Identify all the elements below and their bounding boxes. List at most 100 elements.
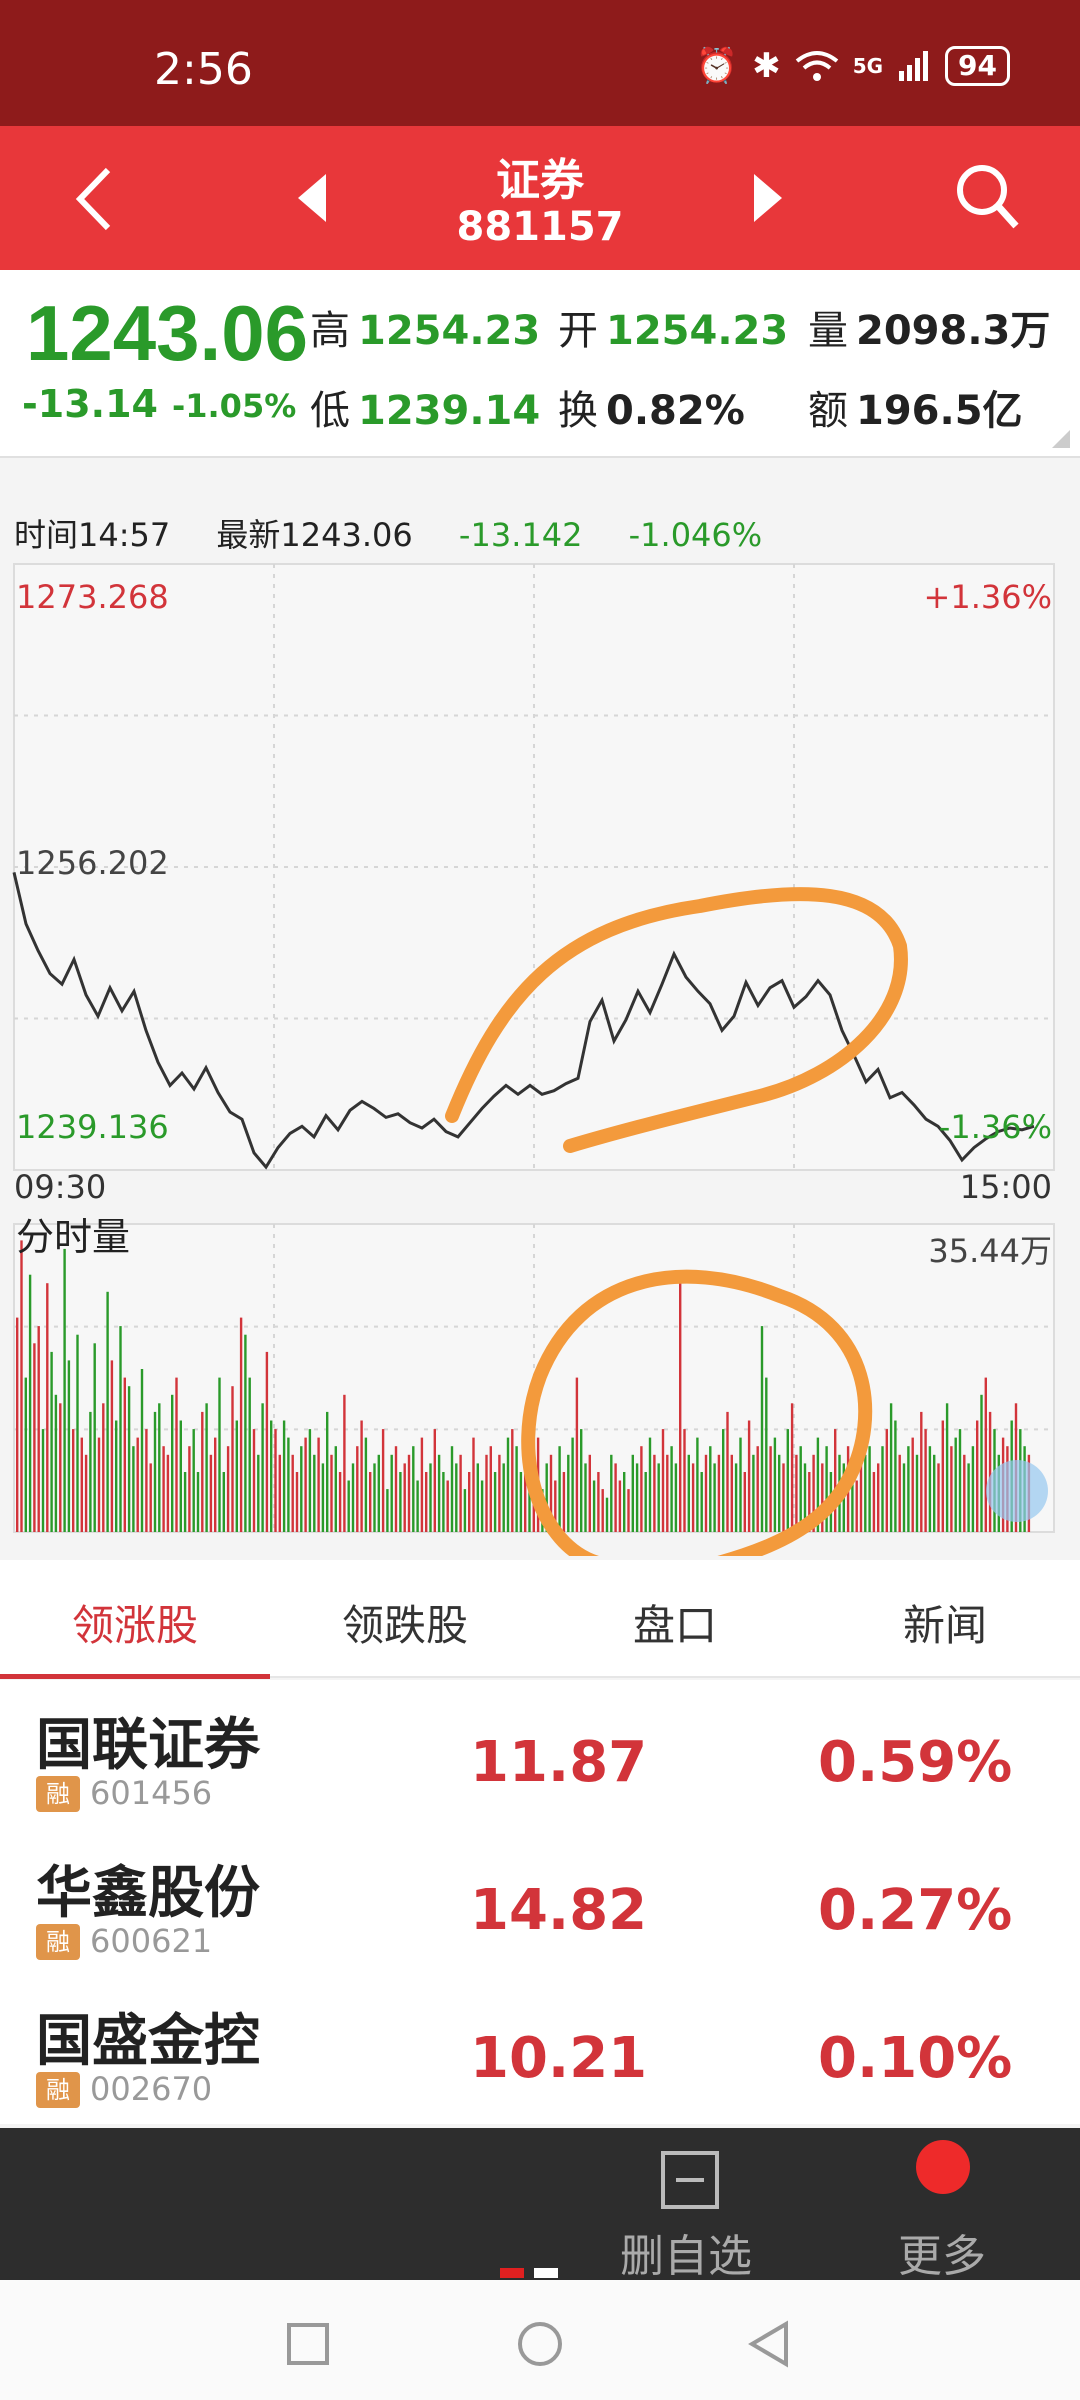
volume-bar (261, 1403, 264, 1532)
recents-icon[interactable] (286, 2322, 330, 2366)
stock-row[interactable]: 华鑫股份 融 600621 14.82 0.27% (0, 1828, 1080, 1976)
volume-bar (881, 1446, 884, 1532)
volume-bar (407, 1454, 411, 1532)
volume-bar (46, 1283, 49, 1532)
status-bar: 2:56 ⏰ ✱ 5G 94 (0, 0, 1080, 126)
volume-title: 分时量 (16, 1215, 131, 1259)
volume-bar (739, 1437, 742, 1532)
volume-bar (726, 1411, 729, 1532)
volume-bar (898, 1454, 901, 1532)
remove-watchlist-button[interactable]: 删自选 (610, 2128, 770, 2282)
volume-bar (476, 1463, 479, 1532)
volume-bar (872, 1472, 876, 1532)
volume-bar (648, 1437, 652, 1532)
tab-leading-gainers[interactable]: 领涨股 (0, 1592, 270, 1653)
volume-bar (429, 1463, 432, 1532)
volume-bar (158, 1403, 161, 1532)
home-icon[interactable] (516, 2320, 564, 2368)
volume-bar (653, 1454, 656, 1532)
volume-bar (954, 1437, 957, 1532)
time-end-label: 15:00 (959, 1168, 1052, 1206)
volume-bar (257, 1454, 260, 1532)
tab-order-book[interactable]: 盘口 (540, 1592, 810, 1653)
page-indicator (500, 2268, 560, 2278)
margin-tag: 融 (36, 2072, 80, 2108)
volume-bar (326, 1411, 329, 1532)
next-item-icon[interactable] (752, 172, 784, 224)
volume-bar (790, 1403, 794, 1532)
volume-bar (252, 1429, 256, 1532)
volume-bar (597, 1472, 600, 1532)
volume-bar (704, 1454, 708, 1532)
volume-bar (291, 1454, 294, 1532)
volume-bar (670, 1446, 673, 1532)
stock-row[interactable]: 国盛金控 融 002670 10.21 0.10% (0, 1976, 1080, 2124)
stock-price: 14.82 (470, 1878, 648, 1943)
info-delta: -13.142 (458, 516, 583, 554)
quote-panel: 1243.06 -13.14 -1.05% 高 1254.23 开 1254.23 量… (0, 270, 1080, 458)
stock-row[interactable]: 国联证券 融 601456 11.87 0.59% (0, 1680, 1080, 1828)
volume-bar (343, 1394, 346, 1532)
volume-bar (390, 1454, 393, 1532)
volume-bar (162, 1446, 165, 1532)
volume-bar (984, 1377, 987, 1532)
volume-bar (635, 1463, 639, 1532)
volume-bar (287, 1437, 290, 1532)
volume-bar (511, 1429, 514, 1532)
volume-bar (760, 1326, 764, 1532)
volume-bar (743, 1472, 746, 1532)
volume-bar (864, 1454, 867, 1532)
volume-bar (412, 1446, 415, 1532)
volume-bar (601, 1489, 604, 1532)
volume-bar (592, 1480, 596, 1532)
volume-bar (722, 1429, 725, 1532)
volume-bar (360, 1420, 363, 1532)
volume-bar (915, 1454, 919, 1532)
change-value: -13.14 (22, 382, 158, 426)
price-min-label: 1239.136 (16, 1108, 169, 1146)
volume-bar (778, 1454, 781, 1532)
intraday-chart[interactable] (0, 556, 1080, 1556)
volume-bar (885, 1429, 888, 1532)
more-label: 更多 (898, 2231, 986, 2282)
volume-bar (89, 1411, 92, 1532)
time-start-label: 09:30 (14, 1168, 107, 1206)
volume-bar (80, 1437, 83, 1532)
volume-bar (300, 1446, 303, 1532)
tab-news[interactable]: 新闻 (810, 1592, 1080, 1653)
page-code: 881157 (456, 204, 624, 250)
more-button[interactable]: 更多 (880, 2128, 1020, 2282)
back-nav-icon[interactable] (746, 2320, 790, 2368)
volume-bar (102, 1403, 105, 1532)
volume-bar (485, 1454, 488, 1532)
volume-bar (825, 1446, 828, 1532)
search-icon[interactable] (952, 160, 1022, 232)
stock-code: 600621 (90, 1922, 213, 1960)
volume-bar (351, 1463, 355, 1532)
volume-bar (752, 1454, 755, 1532)
volume-bar (403, 1463, 406, 1532)
stock-change: 0.59% (818, 1730, 1013, 1795)
volume-bar (192, 1429, 195, 1532)
tab-leading-losers[interactable]: 领跌股 (270, 1592, 540, 1653)
volume-bar (679, 1274, 682, 1532)
volume-bar (468, 1472, 471, 1532)
volume-bar (459, 1454, 462, 1532)
volume-bar (588, 1454, 591, 1532)
more-dot-icon (916, 2140, 970, 2194)
stock-price: 11.87 (470, 1730, 648, 1795)
quote-turnover: 换 0.82% (558, 388, 745, 434)
fullscreen-button[interactable] (986, 1460, 1048, 1522)
volume-bar (72, 1429, 75, 1532)
volume-bar (498, 1454, 501, 1532)
pct-max-label: +1.36% (923, 578, 1052, 616)
expand-corner-icon[interactable] (1052, 430, 1070, 448)
status-icons: ⏰ ✱ 5G 94 (696, 46, 1010, 86)
volume-bar (16, 1317, 19, 1532)
volume-bar (24, 1377, 27, 1532)
current-price: 1243.06 (26, 289, 308, 377)
volume-bar (149, 1463, 152, 1532)
volume-bar (567, 1454, 570, 1532)
volume-bar (618, 1480, 622, 1532)
volume-bar (37, 1326, 40, 1532)
